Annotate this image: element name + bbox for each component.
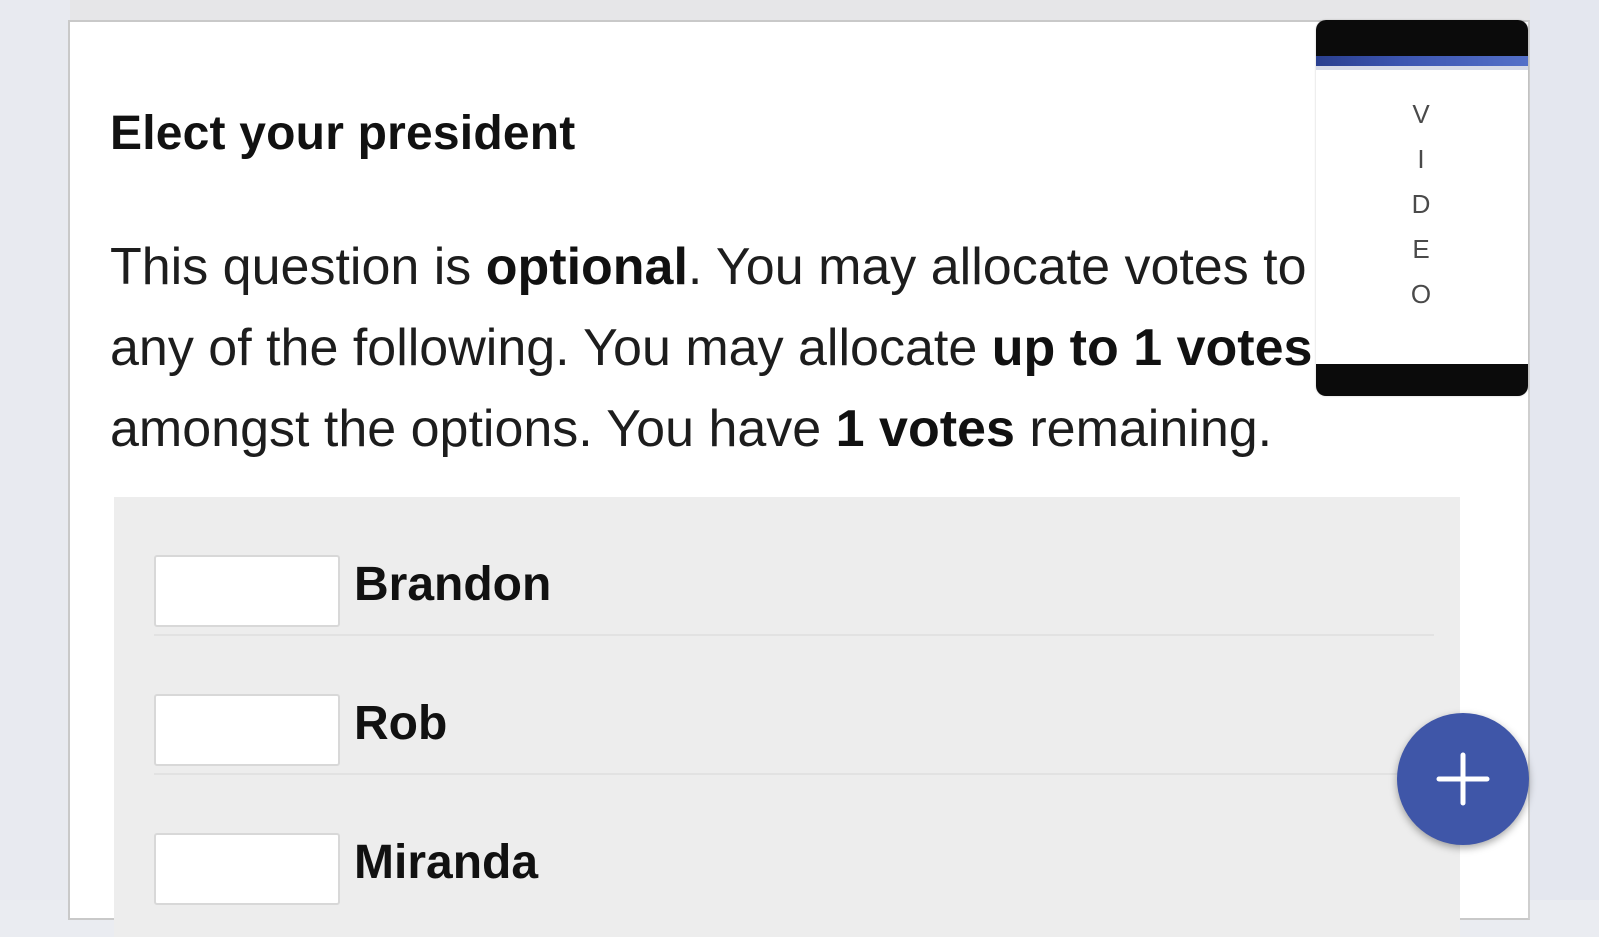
vote-input-miranda[interactable] <box>154 833 340 905</box>
page-left-background <box>0 0 70 900</box>
question-instructions: This question is optional. You may alloc… <box>110 227 1340 470</box>
option-label-miranda: Miranda <box>354 836 539 889</box>
instructions-optional: optional <box>485 238 688 296</box>
option-label-rob: Rob <box>354 697 448 750</box>
question-card: Elect your president This question is op… <box>68 20 1530 937</box>
instructions-text-3: amongst the options. You have <box>110 400 836 458</box>
video-bottom-bar <box>1316 364 1528 396</box>
option-row-miranda: Miranda <box>154 775 1434 914</box>
instructions-text-1: This question is <box>110 238 486 296</box>
instructions-text-4: remaining. <box>1014 400 1273 458</box>
vote-input-brandon[interactable] <box>154 555 340 627</box>
question-title: Elect your president <box>110 107 576 160</box>
video-letter: E <box>1412 234 1432 264</box>
page-top-background <box>0 0 1599 22</box>
vote-input-rob[interactable] <box>154 694 340 766</box>
video-thumbnail-strip <box>1316 56 1528 66</box>
option-row-rob: Rob <box>154 636 1434 775</box>
options-panel: Brandon Rob Miranda <box>114 497 1460 937</box>
video-letter: O <box>1410 279 1434 309</box>
instructions-remaining-votes: 1 votes <box>835 400 1015 458</box>
add-button[interactable] <box>1397 713 1529 845</box>
video-overlay[interactable]: V I D E O <box>1316 20 1528 396</box>
video-letter: V <box>1412 99 1432 129</box>
plus-icon <box>1436 752 1490 806</box>
option-label-brandon: Brandon <box>354 558 552 611</box>
video-top-bar <box>1316 20 1528 56</box>
video-letter: D <box>1411 189 1433 219</box>
video-thumbnail-line <box>1316 66 1528 70</box>
page-right-background <box>1530 0 1599 900</box>
video-letter: I <box>1417 144 1427 174</box>
video-label: V I D E O <box>1316 92 1528 317</box>
instructions-max-votes: up to 1 votes <box>991 319 1313 377</box>
option-row-brandon: Brandon <box>154 497 1434 636</box>
